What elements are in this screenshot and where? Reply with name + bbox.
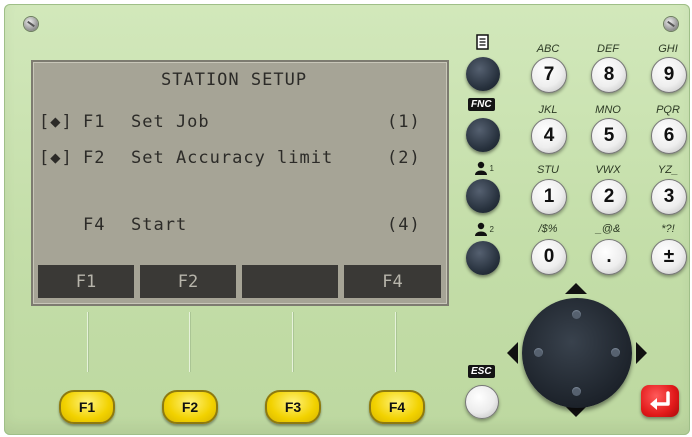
row-code-2: (2) <box>387 148 421 168</box>
row-key-1: F1 <box>83 112 106 132</box>
user2-subscript: 2 <box>489 225 494 234</box>
row-code-1: (1) <box>387 112 421 132</box>
softkey-f1[interactable]: F1 <box>38 265 134 298</box>
key-9-letters: GHI <box>658 43 678 55</box>
key-dot-letters: _@& <box>595 223 621 235</box>
key-6-letters: PQR <box>656 104 680 116</box>
nav-right-arrow-icon <box>636 342 647 364</box>
softkey-f2[interactable]: F2 <box>140 265 236 298</box>
nav-down-dot <box>572 387 581 396</box>
nav-up-arrow-icon <box>565 283 587 294</box>
esc-label: ESC <box>468 365 495 378</box>
row-marker-2: [◆] <box>39 148 73 168</box>
enter-button[interactable] <box>641 385 679 417</box>
key-0[interactable]: 0 <box>531 239 567 275</box>
guide-line-f1 <box>87 312 88 372</box>
key-plusminus-letters: *?! <box>661 223 675 235</box>
screw-top-left <box>24 17 38 31</box>
f2-button[interactable]: F2 <box>162 390 218 424</box>
row-label-4[interactable]: Start <box>131 215 187 235</box>
key-5[interactable]: 5 <box>591 118 627 154</box>
f1-button[interactable]: F1 <box>59 390 115 424</box>
key-2[interactable]: 2 <box>591 179 627 215</box>
guide-line-f2 <box>189 312 190 372</box>
key-1-letters: STU <box>537 164 559 176</box>
nav-left-dot <box>534 348 543 357</box>
fnc-label: FNC <box>468 98 495 111</box>
screen-title: STATION SETUP <box>161 70 308 90</box>
key-5-letters: MNO <box>595 104 621 116</box>
key-1[interactable]: 1 <box>531 179 567 215</box>
row-key-2: F2 <box>83 148 106 168</box>
user1-subscript: 1 <box>489 164 494 173</box>
key-0-letters: /$% <box>538 223 558 235</box>
key-3-letters: YZ_ <box>657 164 679 176</box>
key-2-letters: VWX <box>595 164 621 176</box>
key-plusminus[interactable]: ± <box>651 239 687 275</box>
key-8-letters: DEF <box>597 43 619 55</box>
key-4[interactable]: 4 <box>531 118 567 154</box>
nav-up-dot <box>572 310 581 319</box>
row-key-4: F4 <box>83 215 106 235</box>
softkey-f3[interactable] <box>242 265 338 298</box>
user1-button[interactable] <box>466 179 500 213</box>
guide-line-f3 <box>292 312 293 372</box>
navigation-pad[interactable] <box>522 298 632 408</box>
key-7-letters: ABC <box>536 43 560 55</box>
screw-top-right <box>664 17 678 31</box>
esc-button[interactable] <box>465 385 499 419</box>
f3-button[interactable]: F3 <box>265 390 321 424</box>
page-icon <box>476 34 489 50</box>
row-code-4: (4) <box>387 215 421 235</box>
nav-left-arrow-icon <box>507 342 518 364</box>
fnc-button[interactable] <box>466 118 500 152</box>
enter-arrow-icon <box>650 391 670 410</box>
page-button[interactable] <box>466 57 500 91</box>
lcd-display: STATION SETUP [◆] F1 Set Job (1) [◆] F2 … <box>31 60 449 306</box>
key-4-letters: JKL <box>538 104 558 116</box>
guide-line-f4 <box>395 312 396 372</box>
row-label-2[interactable]: Set Accuracy limit <box>131 148 333 168</box>
nav-right-dot <box>611 348 620 357</box>
f4-button[interactable]: F4 <box>369 390 425 424</box>
row-marker-1: [◆] <box>39 112 73 132</box>
key-7[interactable]: 7 <box>531 57 567 93</box>
key-6[interactable]: 6 <box>651 118 687 154</box>
key-3[interactable]: 3 <box>651 179 687 215</box>
key-9[interactable]: 9 <box>651 57 687 93</box>
user2-button[interactable] <box>466 241 500 275</box>
key-dot[interactable]: . <box>591 239 627 275</box>
key-8[interactable]: 8 <box>591 57 627 93</box>
softkey-f4[interactable]: F4 <box>344 265 441 298</box>
row-label-1[interactable]: Set Job <box>131 112 210 132</box>
